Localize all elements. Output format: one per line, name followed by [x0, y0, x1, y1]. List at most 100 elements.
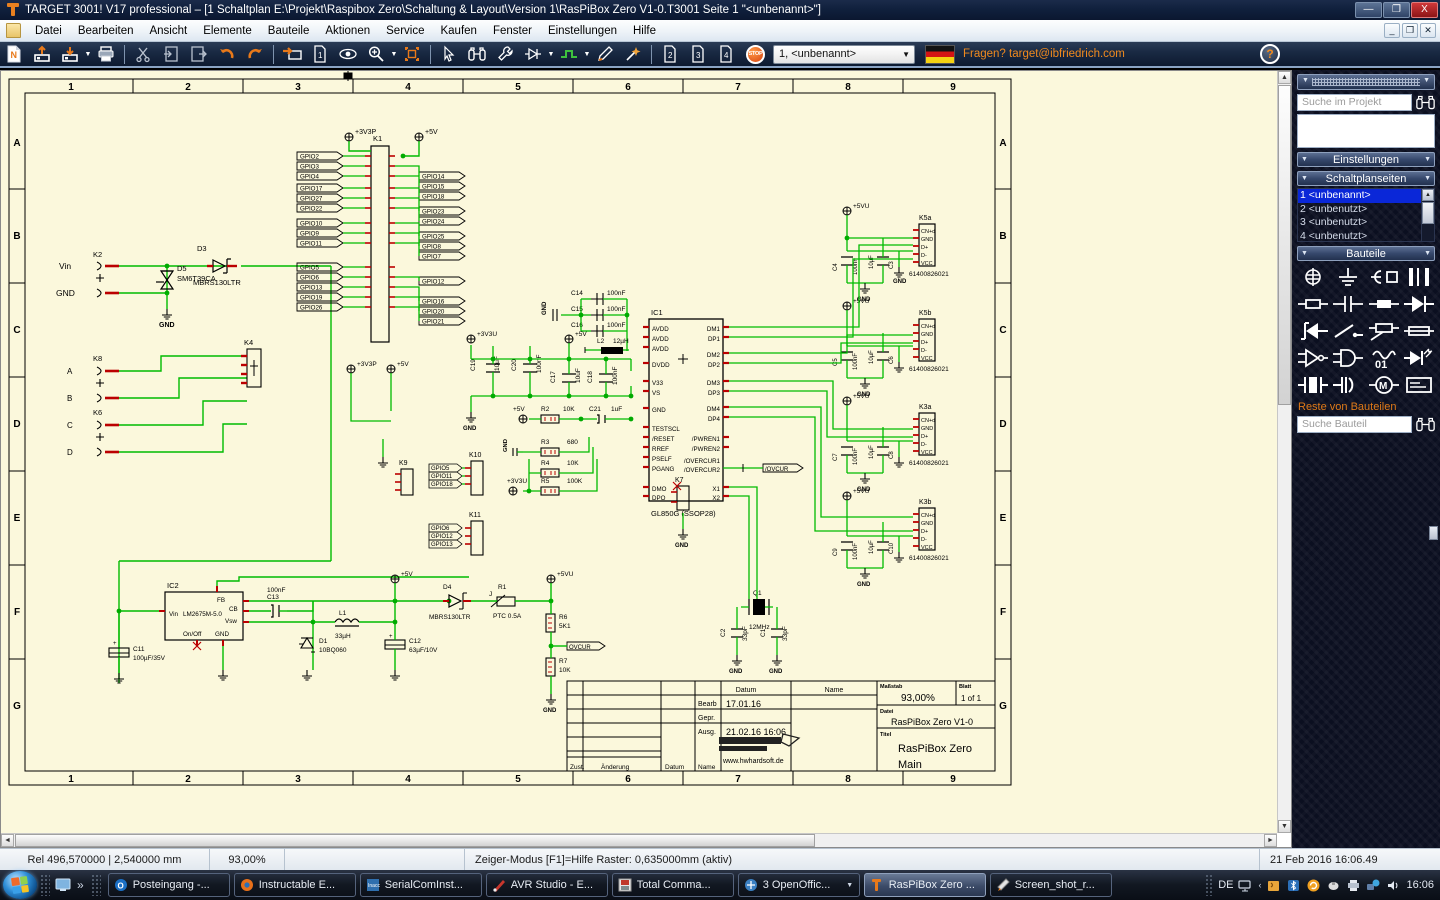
schematic-canvas[interactable]: 1 2 3 4 5 6 7 8 9 1 2 3 4 5 6 7 8 9 A B C D E F G A B C D E…	[0, 70, 1292, 848]
resistor-icon[interactable]	[1297, 293, 1328, 315]
printer-icon[interactable]	[1346, 878, 1361, 893]
zoom-dropdown-caret-icon[interactable]: ▼	[390, 42, 398, 66]
panel-grip-bar[interactable]: ▼ ▼	[1297, 74, 1435, 90]
zoom-icon[interactable]	[363, 42, 389, 66]
close-button[interactable]: X	[1411, 2, 1438, 18]
diode-icon[interactable]	[1404, 293, 1435, 315]
print-icon[interactable]	[93, 42, 119, 66]
pages-section-header[interactable]: ▼ Schaltplanseiten ▼	[1297, 171, 1435, 186]
copy-icon[interactable]	[158, 42, 184, 66]
quicklaunch-grip[interactable]	[40, 874, 50, 896]
page-list-item-3[interactable]: 3 <unbenutzt>	[1298, 216, 1421, 230]
settings-left-caret-icon[interactable]: ▼	[1301, 156, 1308, 163]
capacitor-icon[interactable]	[1333, 293, 1364, 315]
draw-signal-icon[interactable]	[556, 42, 582, 66]
menu-item-aktionen[interactable]: Aktionen	[317, 21, 378, 41]
help-button[interactable]: ?	[1260, 44, 1280, 64]
led-icon[interactable]	[1404, 347, 1434, 369]
menu-item-einstellungen[interactable]: Einstellungen	[540, 21, 625, 41]
paste-icon[interactable]	[186, 42, 212, 66]
settings-wrench-icon[interactable]	[492, 42, 518, 66]
menu-item-fenster[interactable]: Fenster	[485, 21, 540, 41]
quicklaunch-more-chevron-icon[interactable]: »	[77, 878, 84, 892]
zoom-window-icon[interactable]	[399, 42, 425, 66]
java-icon[interactable]	[1266, 878, 1281, 893]
pages-left-caret-icon[interactable]: ▼	[1301, 175, 1308, 182]
taskbar-clock[interactable]: 16:06	[1406, 879, 1434, 891]
autorouter-wand-icon[interactable]	[620, 42, 646, 66]
binoculars-icon[interactable]	[1416, 94, 1435, 111]
voltage-source-icon[interactable]	[1298, 266, 1328, 288]
place-component-icon[interactable]	[520, 42, 546, 66]
page-1-icon[interactable]: 1	[307, 42, 333, 66]
settings-right-caret-icon[interactable]: ▼	[1424, 156, 1431, 163]
draw-pen-icon[interactable]	[592, 42, 618, 66]
minimize-button[interactable]: —	[1355, 2, 1382, 18]
vertical-scroll-thumb[interactable]	[1278, 85, 1291, 405]
pages-right-caret-icon[interactable]: ▼	[1424, 175, 1431, 182]
part-search-binoculars-icon[interactable]	[1416, 416, 1435, 433]
open-project-icon[interactable]	[29, 42, 55, 66]
potentiometer-icon[interactable]	[1368, 320, 1399, 342]
logic-01-icon[interactable]: 01	[1369, 347, 1399, 369]
page-list-item-1[interactable]: 1 <unbenannt>	[1298, 189, 1421, 203]
save-dropdown-caret-icon[interactable]: ▼	[84, 42, 92, 66]
update-icon[interactable]	[1306, 878, 1321, 893]
keyboard-icon[interactable]	[1238, 878, 1253, 893]
new-project-icon[interactable]: N	[1, 42, 27, 66]
page-list-item-4[interactable]: 4 <unbenutzt>	[1298, 230, 1421, 244]
menu-item-kaufen[interactable]: Kaufen	[432, 21, 484, 41]
task-overflow-caret-icon[interactable]: ▼	[846, 874, 854, 896]
scroll-up-arrow-icon[interactable]: ▲	[1278, 71, 1291, 84]
task-total-commander[interactable]: Total Comma...	[611, 873, 734, 897]
menu-item-datei[interactable]: Datei	[27, 21, 70, 41]
parts-right-caret-icon[interactable]: ▼	[1424, 250, 1431, 257]
taskbar-grip[interactable]	[90, 874, 101, 896]
stop-icon[interactable]: STOP	[746, 44, 765, 64]
page-2-icon[interactable]: 2	[657, 42, 683, 66]
undo-icon[interactable]	[214, 42, 240, 66]
inductor-icon[interactable]	[1368, 293, 1399, 315]
task-screen-shot[interactable]: Screen_shot_r...	[989, 873, 1112, 897]
capacitor-pair-icon[interactable]	[1404, 266, 1434, 288]
redo-icon[interactable]	[242, 42, 268, 66]
language-indicator[interactable]: DE	[1218, 879, 1233, 891]
scroll-down-arrow-icon[interactable]: ▼	[1278, 820, 1291, 833]
pages-list-scrollbar[interactable]: ▲	[1421, 189, 1434, 241]
speaker-icon[interactable]	[1333, 374, 1363, 396]
menu-item-service[interactable]: Service	[378, 21, 432, 41]
and-gate-icon[interactable]	[1333, 347, 1364, 369]
page-4-icon[interactable]: 4	[713, 42, 739, 66]
schematic-pages-list[interactable]: 1 <unbenannt> 2 <unbenutzt> 3 <unbenutzt…	[1297, 188, 1435, 242]
view-eye-icon[interactable]	[335, 42, 361, 66]
import-icon[interactable]	[279, 42, 305, 66]
network-icon[interactable]	[1366, 878, 1381, 893]
pages-scroll-up-icon[interactable]: ▲	[1422, 189, 1434, 201]
component-dropdown-caret-icon[interactable]: ▼	[547, 42, 555, 66]
show-desktop-icon[interactable]	[53, 875, 73, 895]
task-raspibox-zero[interactable]: RasPiBox Zero ...	[863, 873, 986, 897]
start-button[interactable]	[3, 871, 37, 899]
tray-grip[interactable]	[1205, 874, 1214, 896]
task-avr-studio[interactable]: AVR Studio - E...	[485, 873, 608, 897]
menu-item-hilfe[interactable]: Hilfe	[625, 21, 664, 41]
menu-item-ansicht[interactable]: Ansicht	[141, 21, 195, 41]
menu-item-bearbeiten[interactable]: Bearbeiten	[70, 21, 142, 41]
tray-expand-chevron-icon[interactable]: ‹	[1258, 880, 1261, 890]
zener-diode-icon[interactable]	[1298, 320, 1328, 342]
bluetooth-icon[interactable]	[1286, 878, 1301, 893]
mdi-restore-button[interactable]: ❐	[1402, 23, 1418, 38]
page-list-item-2[interactable]: 2 <unbenutzt>	[1298, 203, 1421, 217]
buffer-gate-icon[interactable]	[1297, 347, 1328, 369]
motor-icon[interactable]: M	[1368, 374, 1399, 396]
project-search-input[interactable]: Suche im Projekt	[1297, 94, 1412, 111]
signal-dropdown-caret-icon[interactable]: ▼	[583, 42, 591, 66]
page-select-dropdown[interactable]: 1, <unbenannt> ▼	[773, 44, 915, 64]
menu-item-bauteile[interactable]: Bauteile	[260, 21, 318, 41]
project-tree-box[interactable]	[1297, 114, 1435, 148]
panel-splitter-handle[interactable]	[1429, 526, 1438, 540]
task-instructable[interactable]: Instructable E...	[233, 873, 356, 897]
ic-block-icon[interactable]	[1404, 374, 1434, 396]
schematic-sheet[interactable]: 1 2 3 4 5 6 7 8 9 1 2 3 4 5 6 7 8 9 A B C D E F G A B C D E…	[1, 71, 1277, 833]
scroll-left-arrow-icon[interactable]: ◄	[1, 834, 14, 847]
